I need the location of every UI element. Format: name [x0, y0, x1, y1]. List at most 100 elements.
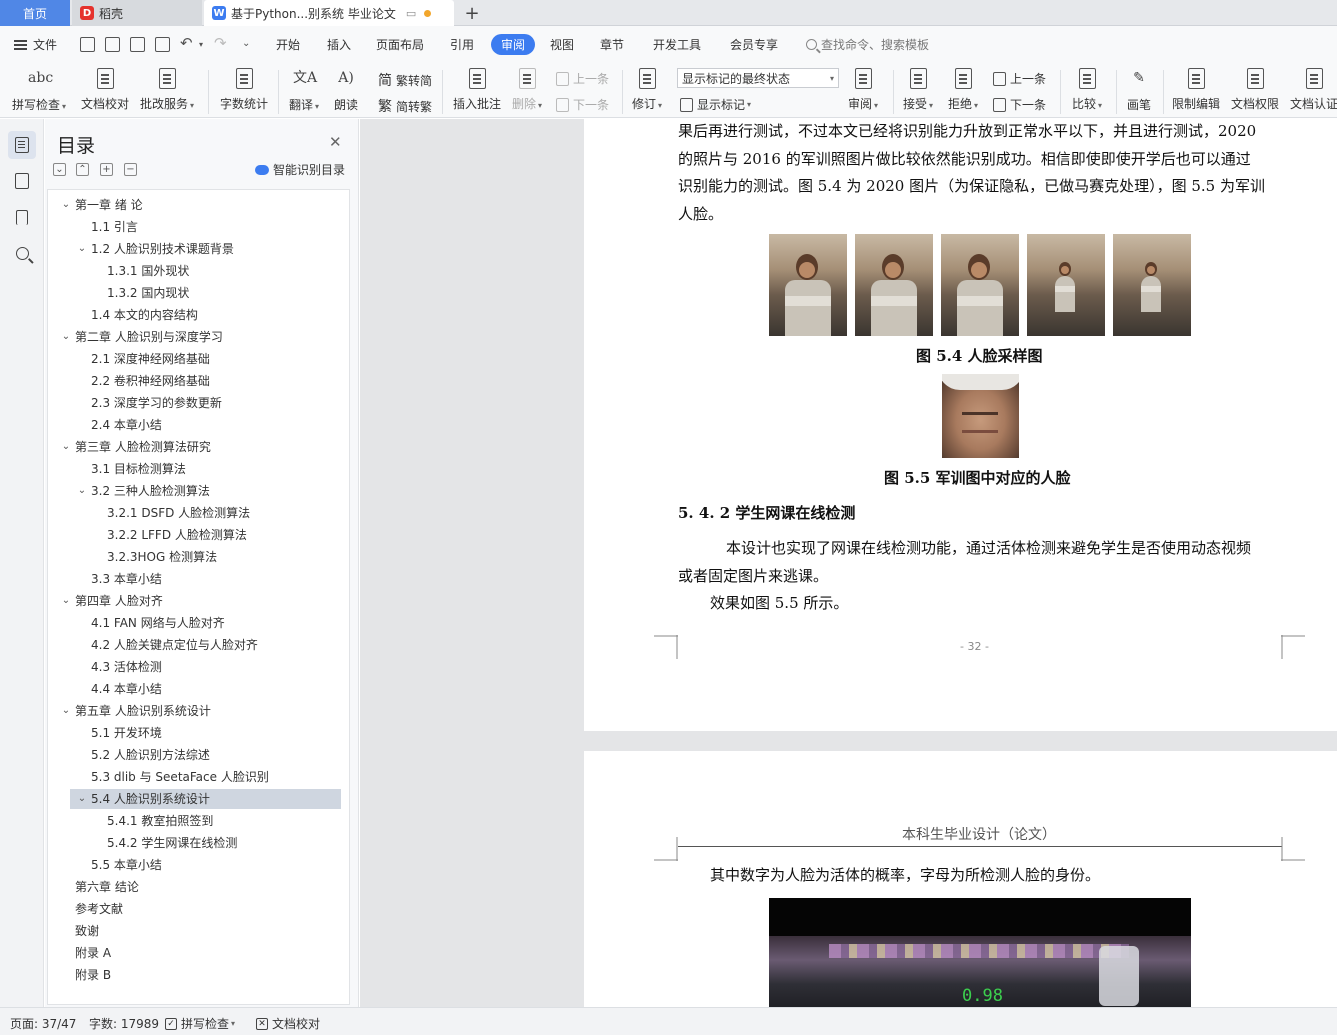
markup-state-select[interactable]: 显示标记的最终状态 ▾: [677, 68, 839, 88]
next-comment-button[interactable]: 下一条: [556, 96, 609, 113]
menu-start[interactable]: 开始: [276, 36, 300, 53]
print-preview-icon[interactable]: [155, 37, 170, 52]
chevron-down-icon[interactable]: ⌄: [59, 437, 73, 457]
toc-item[interactable]: ⌄ 第四章 人脸对齐: [48, 591, 341, 611]
doc-permission-button[interactable]: 文档权限: [1231, 66, 1279, 112]
track-changes-button[interactable]: 修订 ▾: [632, 66, 662, 112]
toc-rail-button[interactable]: [8, 131, 36, 159]
toc-item[interactable]: 附录 A: [48, 943, 341, 963]
doc-proof-button[interactable]: 文档校对: [81, 66, 129, 112]
toc-item[interactable]: 5.3 dlib 与 SeetaFace 人脸识别: [48, 767, 341, 787]
toc-item[interactable]: 3.2.3HOG 检测算法: [48, 547, 341, 567]
toc-item[interactable]: 2.2 卷积神经网络基础: [48, 371, 341, 391]
read-aloud-button[interactable]: A) 朗读: [334, 66, 358, 113]
undo-icon[interactable]: ↶: [180, 34, 193, 52]
menu-member[interactable]: 会员专享: [730, 36, 778, 53]
word-count-indicator[interactable]: 字数: 17989: [89, 1015, 159, 1032]
nav-rail-button[interactable]: [8, 167, 36, 195]
window-mode-icon[interactable]: ▭: [406, 7, 416, 20]
spell-check-button[interactable]: abc 拼写检查 ▾: [12, 66, 66, 113]
toc-item[interactable]: 1.3.2 国内现状: [48, 283, 341, 303]
toc-item[interactable]: ⌄ 第三章 人脸检测算法研究: [48, 437, 341, 457]
review-pane-button[interactable]: 审阅 ▾: [848, 66, 878, 112]
toc-item[interactable]: 2.3 深度学习的参数更新: [48, 393, 341, 413]
toc-item[interactable]: 4.1 FAN 网络与人脸对齐: [48, 613, 341, 633]
prev-comment-button[interactable]: 上一条: [556, 70, 609, 87]
toc-item[interactable]: ⌄ 1.2 人脸识别技术课题背景: [48, 239, 341, 259]
menu-view[interactable]: 视图: [550, 36, 574, 53]
smart-toc-button[interactable]: 智能识别目录: [255, 161, 345, 178]
restrict-edit-button[interactable]: 限制编辑: [1172, 66, 1220, 112]
toc-item[interactable]: 2.4 本章小结: [48, 415, 341, 435]
chevron-down-icon[interactable]: ⌄: [75, 481, 89, 501]
toc-item[interactable]: 附录 B: [48, 965, 341, 985]
tab-home[interactable]: 首页: [0, 0, 70, 26]
toc-item[interactable]: 第六章 结论: [48, 877, 341, 897]
quick-access-dropdown-icon[interactable]: ⌄: [242, 38, 250, 49]
toc-item[interactable]: ⌄ 3.2 三种人脸检测算法: [48, 481, 341, 501]
toc-item[interactable]: 3.3 本章小结: [48, 569, 341, 589]
menu-review[interactable]: 审阅: [491, 34, 536, 55]
toc-item[interactable]: 5.4.2 学生网课在线检测: [48, 833, 341, 853]
toc-item[interactable]: 参考文献: [48, 899, 341, 919]
toc-item[interactable]: 5.4.1 教室拍照签到: [48, 811, 341, 831]
toc-item[interactable]: 3.2.1 DSFD 人脸检测算法: [48, 503, 341, 523]
revise-service-button[interactable]: 批改服务 ▾: [140, 66, 194, 112]
toc-item[interactable]: 5.2 人脸识别方法综述: [48, 745, 341, 765]
collapse-all-icon[interactable]: ⌄: [53, 163, 66, 176]
toc-item[interactable]: 4.4 本章小结: [48, 679, 341, 699]
prev-change-button[interactable]: 上一条: [993, 70, 1046, 87]
file-menu-button[interactable]: 文件: [14, 36, 57, 53]
menu-insert[interactable]: 插入: [327, 36, 351, 53]
toc-item[interactable]: 1.3.1 国外现状: [48, 261, 341, 281]
ink-button[interactable]: ✎ 画笔: [1127, 66, 1151, 113]
redo-icon[interactable]: ↷: [214, 34, 227, 52]
find-rail-button[interactable]: [8, 239, 36, 267]
doc-certify-button[interactable]: 文档认证: [1290, 66, 1337, 112]
toc-item[interactable]: 4.3 活体检测: [48, 657, 341, 677]
save-icon[interactable]: [80, 37, 95, 52]
toc-item[interactable]: ⌄ 5.4 人脸识别系统设计: [70, 789, 341, 809]
compare-button[interactable]: 比较 ▾: [1072, 66, 1102, 112]
toc-item[interactable]: 2.1 深度神经网络基础: [48, 349, 341, 369]
command-search[interactable]: 查找命令、搜索模板: [806, 36, 929, 53]
toc-item[interactable]: 3.2.2 LFFD 人脸检测算法: [48, 525, 341, 545]
toc-item[interactable]: 1.1 引言: [48, 217, 341, 237]
toc-item[interactable]: 1.4 本文的内容结构: [48, 305, 341, 325]
toc-item[interactable]: ⌄ 第二章 人脸识别与深度学习: [48, 327, 341, 347]
chevron-down-icon[interactable]: ⌄: [75, 239, 89, 259]
menu-references[interactable]: 引用: [450, 36, 474, 53]
reject-button[interactable]: 拒绝 ▾: [948, 66, 978, 112]
toc-item[interactable]: 5.1 开发环境: [48, 723, 341, 743]
menu-developer[interactable]: 开发工具: [653, 36, 701, 53]
save-as-icon[interactable]: [105, 37, 120, 52]
insert-comment-button[interactable]: 插入批注: [453, 66, 501, 112]
trad-to-simp-button[interactable]: 简 繁转简: [378, 70, 432, 90]
delete-comment-button[interactable]: 删除 ▾: [512, 66, 542, 112]
bookmark-rail-button[interactable]: [8, 203, 36, 231]
chevron-down-icon[interactable]: ⌄: [59, 195, 73, 215]
toc-item[interactable]: ⌄ 第五章 人脸识别系统设计: [48, 701, 341, 721]
menu-chapter[interactable]: 章节: [600, 36, 624, 53]
spell-check-status[interactable]: ✓ 拼写检查 ▾: [165, 1015, 235, 1032]
chevron-down-icon[interactable]: ⌄: [75, 789, 89, 809]
toc-item[interactable]: 3.1 目标检测算法: [48, 459, 341, 479]
tab-daoke[interactable]: D 稻壳: [72, 0, 202, 26]
translate-button[interactable]: 文A 翻译 ▾: [289, 66, 319, 113]
print-icon[interactable]: [130, 37, 145, 52]
page-indicator[interactable]: 页面: 37/47: [10, 1015, 76, 1032]
add-heading-icon[interactable]: +: [100, 163, 113, 176]
simp-to-trad-button[interactable]: 繁 简转繁: [378, 96, 432, 116]
next-change-button[interactable]: 下一条: [993, 96, 1046, 113]
new-tab-button[interactable]: +: [462, 0, 482, 26]
accept-button[interactable]: 接受 ▾: [903, 66, 933, 112]
tab-document[interactable]: W 基于Python...别系统 毕业论文 ▭: [204, 0, 454, 26]
chevron-down-icon[interactable]: ⌄: [59, 701, 73, 721]
toc-item[interactable]: ⌄ 第一章 绪 论: [48, 195, 341, 215]
word-count-button[interactable]: 字数统计: [220, 66, 268, 112]
chevron-down-icon[interactable]: ⌄: [59, 327, 73, 347]
toc-item[interactable]: 致谢: [48, 921, 341, 941]
doc-proof-status[interactable]: ✕ 文档校对: [256, 1015, 320, 1032]
remove-heading-icon[interactable]: −: [124, 163, 137, 176]
chevron-down-icon[interactable]: ⌄: [59, 591, 73, 611]
